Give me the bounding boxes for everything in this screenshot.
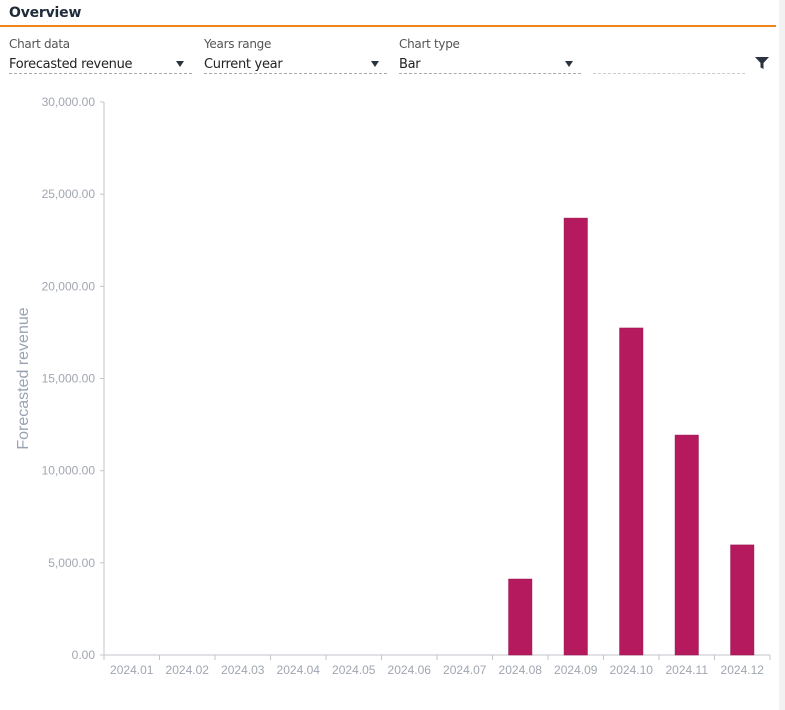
- y-tick-label: 25,000.00: [42, 187, 96, 201]
- x-tick-label: 2024.09: [554, 663, 598, 677]
- chart-data-value: Forecasted revenue: [9, 57, 133, 72]
- y-tick-label: 15,000.00: [42, 372, 96, 386]
- bar-2024.10[interactable]: [619, 327, 644, 656]
- chart-type-value: Bar: [399, 57, 421, 72]
- chart-type-field: Chart type Bar: [399, 36, 581, 74]
- x-axis: 2024.01 2024.02 2024.03 2024.04 2024.05 2024.…: [103, 654, 771, 677]
- y-tick-label: 0.00: [72, 648, 96, 662]
- bars: [508, 217, 755, 656]
- bar-2024.08[interactable]: [508, 578, 533, 656]
- chart-data-select[interactable]: Forecasted revenue: [9, 56, 192, 74]
- extra-filter-input[interactable]: [593, 56, 745, 74]
- chevron-down-icon: [176, 61, 184, 67]
- page-title: Overview: [9, 5, 82, 21]
- x-tick-label: 2024.11: [666, 663, 709, 677]
- overview-header: Overview: [0, 0, 776, 27]
- x-tick-label: 2024.06: [388, 663, 432, 677]
- years-range-select[interactable]: Current year: [204, 56, 387, 74]
- chart-type-label: Chart type: [399, 37, 460, 51]
- y-tick-label: 30,000.00: [42, 95, 96, 109]
- years-range-value: Current year: [204, 57, 283, 72]
- y-tick-label: 5,000.00: [48, 556, 95, 570]
- x-tick-label: 2024.03: [221, 663, 265, 677]
- chevron-down-icon: [565, 61, 573, 67]
- chart-data-label: Chart data: [9, 37, 70, 51]
- years-range-label: Years range: [204, 37, 272, 51]
- x-tick-label: 2024.04: [277, 663, 321, 677]
- y-axis-title: Forecasted revenue: [15, 307, 32, 449]
- filter-icon[interactable]: [755, 57, 769, 69]
- bar-chart: 0.00 5,000.00 10,000.00 15,000.00 20,000.00 2…: [15, 95, 771, 677]
- chart-type-select[interactable]: Bar: [399, 56, 581, 74]
- x-tick-label: 2024.02: [166, 663, 210, 677]
- y-axis: 0.00 5,000.00 10,000.00 15,000.00 20,000.00 2…: [42, 95, 105, 662]
- years-range-field: Years range Current year: [204, 36, 387, 74]
- chart-data-field: Chart data Forecasted revenue: [9, 36, 192, 74]
- y-tick-label: 10,000.00: [42, 464, 96, 478]
- bar-2024.11[interactable]: [674, 434, 699, 656]
- x-tick-label: 2024.08: [499, 663, 543, 677]
- bar-2024.12[interactable]: [730, 544, 755, 656]
- bar-2024.09[interactable]: [563, 217, 588, 656]
- x-tick-label: 2024.01: [110, 663, 154, 677]
- x-tick-label: 2024.05: [332, 663, 376, 677]
- x-tick-label: 2024.10: [610, 663, 654, 677]
- y-tick-label: 20,000.00: [42, 279, 96, 293]
- chevron-down-icon: [371, 61, 379, 67]
- x-tick-label: 2024.07: [443, 663, 487, 677]
- x-tick-label: 2024.12: [721, 663, 765, 677]
